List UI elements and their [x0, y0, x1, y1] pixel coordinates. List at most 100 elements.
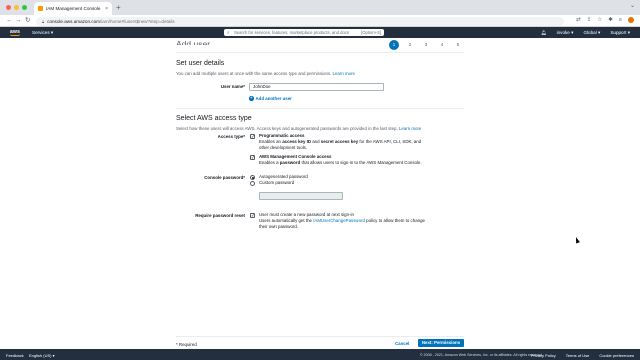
- text: that allows users to sign-in to the AWS …: [300, 160, 422, 165]
- custom-password-input[interactable]: [259, 192, 343, 200]
- step-2[interactable]: 2: [405, 40, 415, 50]
- plus-icon: +: [249, 95, 254, 101]
- aws-search-input[interactable]: ⌕ Search for services, features, marketp…: [224, 29, 384, 36]
- console-password-label: Console password*: [204, 175, 245, 180]
- close-window-icon[interactable]: [6, 5, 11, 10]
- tab-search-icon[interactable]: ⌄: [630, 2, 635, 9]
- browser-toolbar-icons: ⇄ ⇪ ☆ ✱ ≡: [576, 17, 634, 23]
- required-note: * Required: [176, 342, 197, 347]
- notifications-bell-icon[interactable]: 🔔︎: [541, 30, 547, 36]
- privacy-policy-link[interactable]: Privacy Policy: [531, 353, 556, 358]
- aws-favicon-icon: [38, 6, 43, 11]
- terms-of-use-link[interactable]: Terms of Use: [566, 353, 590, 358]
- step-1[interactable]: 1: [389, 40, 399, 50]
- text: for the AWS API, CLI, SDK, and: [358, 139, 422, 144]
- reload-button[interactable]: ↻: [25, 16, 30, 26]
- extensions-icon[interactable]: ✱: [608, 17, 613, 23]
- language-selector[interactable]: English (US) ▾: [29, 353, 55, 358]
- divider: [176, 336, 464, 337]
- cancel-button[interactable]: Cancel: [395, 341, 409, 346]
- learn-more-link[interactable]: Learn more: [399, 126, 421, 131]
- lock-icon: 🔒︎: [42, 18, 45, 24]
- console-access-title: AWS Management Console access: [259, 154, 332, 159]
- text: and: [311, 139, 321, 144]
- console-access-desc: Enables a password that allows users to …: [259, 160, 459, 166]
- search-shortcut: [Option+S]: [361, 30, 381, 35]
- cookie-preferences-link[interactable]: Cookie preferences: [599, 353, 634, 358]
- text: access key ID: [282, 139, 312, 144]
- minimize-window-icon[interactable]: [14, 5, 19, 10]
- text: secret access key: [320, 139, 359, 144]
- support-menu[interactable]: Support ▾: [610, 30, 630, 36]
- console-footer: Feedback English (US) ▾ © 2008 - 2021, A…: [0, 349, 640, 360]
- tab-close-icon[interactable]: ×: [105, 6, 108, 12]
- services-menu[interactable]: Services ▾: [32, 30, 53, 36]
- custom-password-label: Custom password: [259, 180, 295, 185]
- share-icon[interactable]: ⇪: [587, 17, 592, 23]
- set-user-details-description: You can add multiple users at once with …: [176, 71, 355, 76]
- console-access-checkbox[interactable]: ✓: [250, 155, 255, 160]
- step-3[interactable]: 3: [421, 40, 431, 50]
- tab-title: IAM Management Console: [46, 6, 101, 11]
- url-path: /iam/home#/users$new?step=details: [100, 18, 175, 24]
- divider: [176, 108, 464, 109]
- iam-user-change-password-link[interactable]: IAMUserChangePassword: [313, 218, 365, 223]
- require-reset-line-3: their own password.: [259, 224, 299, 229]
- step-5[interactable]: 5: [453, 40, 463, 50]
- aws-top-nav: aws Services ▾ ⌕ Search for services, fe…: [0, 27, 640, 38]
- profile-avatar-icon[interactable]: [628, 17, 634, 23]
- programmatic-access-title: Programmatic access: [259, 133, 305, 138]
- text: Enables an: [259, 139, 283, 144]
- aws-logo[interactable]: aws: [10, 29, 20, 36]
- bookmark-star-icon[interactable]: ☆: [597, 17, 602, 23]
- account-menu[interactable]: invoke ▾: [557, 30, 574, 36]
- add-user-wizard: Add user 1 2 3 4 5 Set user details You …: [176, 38, 464, 347]
- divider: [176, 52, 464, 53]
- region-menu[interactable]: Global ▾: [583, 30, 600, 36]
- programmatic-access-option: Programmatic access Enables an access ke…: [259, 133, 459, 151]
- user-name-label: User name*: [220, 84, 245, 89]
- mouse-cursor-icon: [574, 236, 580, 244]
- set-user-details-heading: Set user details: [176, 60, 225, 67]
- back-button[interactable]: ←: [6, 16, 13, 26]
- browser-tab[interactable]: IAM Management Console ×: [34, 2, 112, 15]
- new-tab-button[interactable]: +: [116, 3, 121, 13]
- page-title: Add user: [176, 39, 211, 45]
- reading-list-icon[interactable]: ≡: [619, 17, 622, 23]
- user-name-input[interactable]: JohnDoe: [249, 83, 384, 91]
- require-reset-checkbox[interactable]: ✓: [250, 213, 255, 218]
- add-another-user-button[interactable]: + Add another user: [249, 96, 292, 101]
- programmatic-access-checkbox[interactable]: ✓: [250, 134, 255, 139]
- aws-nav-right: 🔔︎ invoke ▾ Global ▾ Support ▾: [541, 30, 630, 36]
- text: Enables a: [259, 160, 280, 165]
- learn-more-link[interactable]: Learn more: [333, 71, 355, 76]
- add-another-user-label: Add another user: [255, 96, 292, 101]
- next-permissions-button[interactable]: Next: Permissions: [418, 339, 464, 347]
- access-type-description: Select how these users will access AWS. …: [176, 126, 421, 131]
- browser-tab-bar: IAM Management Console × + ⌄: [0, 0, 640, 15]
- url-field[interactable]: 🔒︎ console.aws.amazon.com/iam/home#/users…: [36, 16, 564, 26]
- access-type-text: Select how these users will access AWS. …: [176, 126, 398, 131]
- maximize-window-icon[interactable]: [22, 5, 27, 10]
- access-type-label: Access type*: [217, 134, 245, 139]
- text: policy to allow them to change: [364, 218, 425, 223]
- search-icon: ⌕: [227, 30, 230, 35]
- footer-links: Privacy Policy Terms of Use Cookie prefe…: [531, 353, 634, 358]
- address-bar-row: ← → ↻ 🔒︎ console.aws.amazon.com/iam/home#…: [0, 15, 640, 27]
- programmatic-access-desc-2: other development tools.: [259, 145, 308, 150]
- access-type-heading: Select AWS access type: [176, 115, 252, 122]
- copyright-text: © 2008 - 2021, Amazon Web Services, Inc.…: [420, 352, 544, 357]
- text: password: [279, 160, 301, 165]
- feedback-link[interactable]: Feedback: [6, 353, 24, 358]
- forward-button[interactable]: →: [15, 16, 22, 26]
- translate-icon[interactable]: ⇄: [576, 17, 581, 23]
- step-4[interactable]: 4: [437, 40, 447, 50]
- url-host: console.aws.amazon.com: [47, 18, 100, 24]
- autogenerated-password-radio[interactable]: [250, 175, 255, 180]
- wizard-steps: 1 2 3 4 5: [389, 40, 463, 50]
- search-placeholder: Search for services, features, marketpla…: [234, 30, 349, 35]
- custom-password-radio[interactable]: [250, 181, 255, 186]
- require-reset-label: Require password reset: [195, 213, 245, 218]
- aws-logo-text: aws: [10, 29, 21, 35]
- text: Users automatically get the: [259, 218, 314, 223]
